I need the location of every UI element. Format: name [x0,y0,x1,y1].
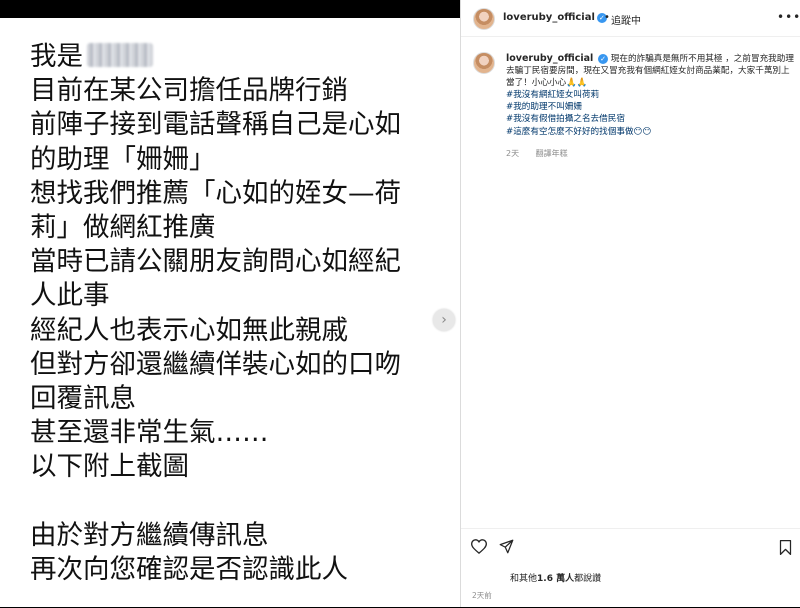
media-line [30,484,401,518]
media-line: 回覆訊息 [30,382,136,414]
comment-time: 2天 [506,149,520,158]
blurred-name [87,43,153,67]
caption-avatar[interactable] [473,52,495,74]
media-line: 的助理「姍姍」 [30,143,216,175]
post-side-panel: loveruby_official ✓ • 追蹤中 ••• loveruby_of… [460,0,800,607]
media-line: 再次向您確認是否認識此人 [30,553,348,585]
hashtag-link[interactable]: #我的助理不叫姍姍 [506,101,794,113]
post-media-image: 我是 目前在某公司擔任品牌行銷 前陣子接到電話聲稱自己是心如 的助理「姍姍」 想… [0,18,460,607]
media-line: 前陣子接到電話聲稱自己是心如 [30,109,401,141]
likes-count[interactable]: 和其他1.6 萬人都說讚 [510,571,601,584]
likes-prefix: 和其他 [510,574,538,584]
avatar[interactable] [473,8,495,30]
share-icon[interactable] [499,539,514,558]
media-line: 莉」做網紅推廣 [30,211,216,243]
hashtag-link[interactable]: #我沒有網紅姪女叫荷莉 [506,89,794,101]
media-text-block: 我是 目前在某公司擔任品牌行銷 前陣子接到電話聲稱自己是心如 的助理「姍姍」 想… [30,40,401,587]
hashtag-link[interactable]: #這麼有空怎麼不好好的找個事做😶😶 [506,126,794,138]
actions-bar: 和其他1.6 萬人都說讚 2天前 [461,528,800,608]
follow-status[interactable]: 追蹤中 [611,12,641,27]
top-black-bar [0,0,460,18]
heart-icon[interactable] [470,539,488,558]
media-line: 經紀人也表示心如無此親戚 [30,314,348,346]
hashtag-link[interactable]: #我沒有假借拍攝之名去借民宿 [506,113,794,125]
media-line: 以下附上截圖 [30,451,189,483]
caption-username[interactable]: loveruby_official [506,53,593,64]
post-header: loveruby_official ✓ • 追蹤中 ••• [461,0,800,37]
post-caption: loveruby_official ✓ 現在的詐騙真是無所不用其極 ，之前冒充我… [506,53,794,138]
next-image-button[interactable]: › [433,309,455,331]
media-line: 我是 [30,40,401,74]
likes-suffix: 都說讚 [574,574,602,584]
more-options-icon[interactable]: ••• [777,10,800,24]
media-line: 目前在某公司擔任品牌行銷 [30,75,348,107]
verified-icon: ✓ [598,54,609,64]
media-line: 人此事 [30,280,110,312]
header-username[interactable]: loveruby_official ✓ [503,12,607,23]
media-line: 想找我們推薦「心如的姪女—荷 [30,177,401,209]
bookmark-icon[interactable] [779,540,792,559]
post-date: 2天前 [472,591,492,600]
media-line: 甚至還非常生氣…… [30,417,269,449]
caption-meta: 2天 翻譯年糕 [506,148,582,159]
media-line: 當時已請公關朋友詢問心如經紀 [30,246,401,278]
chevron-right-icon: › [441,312,447,328]
translate-link[interactable]: 翻譯年糕 [536,149,568,158]
likes-number: 1.6 萬人 [537,574,575,584]
media-line: 由於對方繼續傳訊息 [30,519,269,551]
media-line: 但對方卻還繼續佯裝心如的口吻 [30,348,401,380]
separator-dot: • [604,12,610,23]
username-text[interactable]: loveruby_official [503,12,595,23]
